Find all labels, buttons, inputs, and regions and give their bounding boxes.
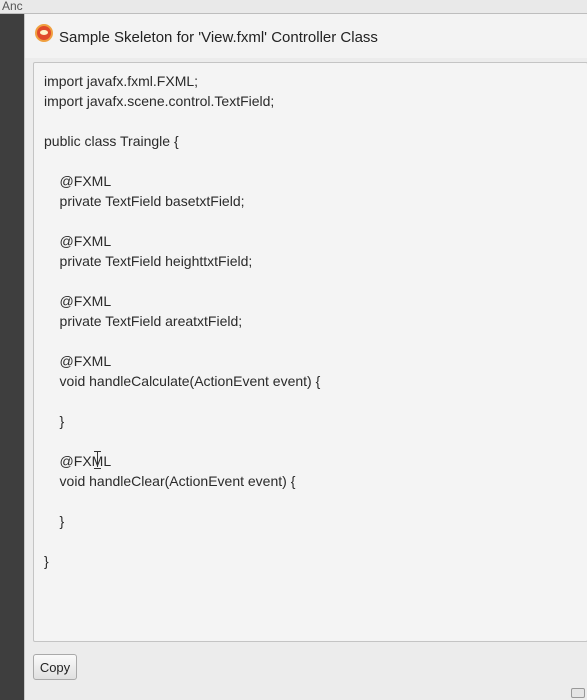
code-line: @FXML [44, 293, 112, 309]
copy-button[interactable]: Copy [33, 654, 77, 680]
dialog-titlebar[interactable]: Sample Skeleton for 'View.fxml' Controll… [25, 14, 587, 58]
code-text-area[interactable]: import javafx.fxml.FXML; import javafx.sc… [33, 62, 587, 642]
code-dialog: Sample Skeleton for 'View.fxml' Controll… [24, 14, 587, 700]
code-line: } [44, 553, 49, 569]
code-line: private TextField basetxtField; [44, 193, 245, 209]
code-line: void handleCalculate(ActionEvent event) … [44, 373, 321, 389]
screen: Anc Sample Skeleton for 'View.fxml' Cont… [0, 0, 587, 700]
code-line: @FXML [44, 173, 112, 189]
background-window-title: Anc [2, 0, 23, 13]
code-line: private TextField heighttxtField; [44, 253, 253, 269]
code-line: void handleClear(ActionEvent event) { [44, 473, 296, 489]
code-line: @FXML [44, 453, 112, 469]
dialog-title: Sample Skeleton for 'View.fxml' Controll… [59, 29, 378, 46]
code-line: public class Traingle { [44, 133, 179, 149]
code-line: @FXML [44, 233, 112, 249]
code-line: } [44, 513, 65, 529]
code-line: } [44, 413, 65, 429]
resize-grip-icon [571, 688, 585, 698]
code-line: private TextField areatxtField; [44, 313, 243, 329]
code-content: import javafx.fxml.FXML; import javafx.sc… [44, 71, 320, 571]
code-line: import javafx.scene.control.TextField; [44, 93, 275, 109]
code-line: @FXML [44, 353, 112, 369]
text-cursor-icon [94, 451, 102, 469]
code-line: import javafx.fxml.FXML; [44, 73, 199, 89]
app-icon [35, 24, 53, 42]
background-window: Anc [0, 0, 587, 14]
